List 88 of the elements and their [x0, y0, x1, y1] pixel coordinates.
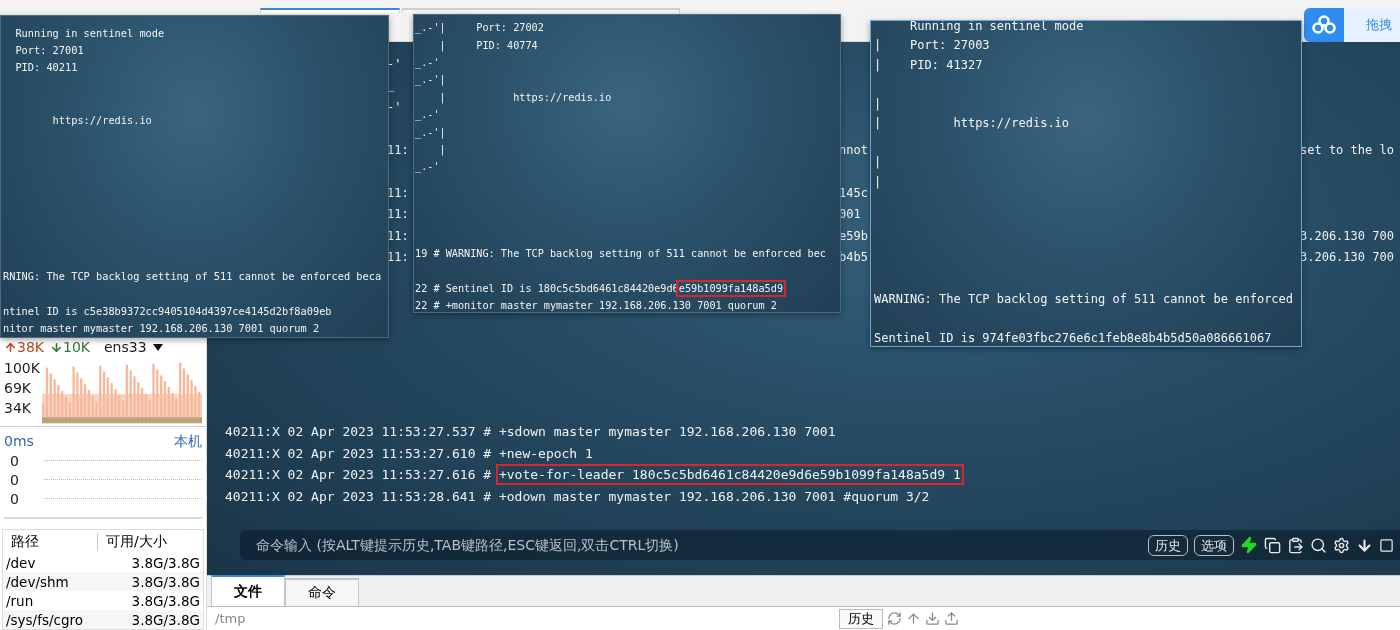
terminal-line: | https://redis.io: [874, 116, 1070, 131]
terminal-text: 145c: [839, 185, 869, 200]
table-cell-text: /dev/shm: [5, 573, 70, 590]
ping-value: 0: [9, 471, 20, 488]
cloud-label: 拖拽: [1365, 16, 1393, 34]
terminal-line: Sentinel ID is 974fe03fbc276e6c1feb8e8b4b5d50a086661067: [874, 330, 1272, 345]
terminal-text: 11:: [387, 207, 410, 222]
terminal-line: _.-'|: [415, 74, 446, 86]
search-icon[interactable]: [1310, 536, 1327, 554]
terminal-line: |: [874, 174, 882, 189]
terminal-line: nitor master mymaster 192.168.206.130 7001 quorum 2: [3, 322, 320, 335]
highlighted-text: e59b1099fa148a5d9: [678, 283, 784, 295]
column-header[interactable]: 路径: [3, 532, 98, 551]
terminal-line: | PID: 41327: [874, 57, 983, 72]
terminal-line: _.-'|: [415, 126, 446, 138]
terminal-line: | PID: 40774: [438, 39, 538, 51]
terminal-line: Running in sentinel mode: [14, 26, 165, 39]
table-cell-text: 3.8G/3.8G: [130, 592, 201, 609]
up-arrow-icon: [4, 340, 17, 354]
interface-name[interactable]: ens33: [104, 339, 147, 355]
tab[interactable]: [260, 8, 400, 13]
terminal-text: 11:: [387, 185, 410, 200]
log-line: 40211:X 02 Apr 2023 11:53:27.616 #: [225, 467, 493, 483]
upload-rate: 38K: [17, 339, 44, 355]
axis-label: 34K: [4, 399, 32, 418]
ping-target[interactable]: 本机: [174, 433, 202, 451]
settings-icon[interactable]: [1333, 536, 1350, 554]
terminal-line: RNING: The TCP backlog setting of 511 cannot be enforced beca: [3, 270, 382, 283]
tab[interactable]: 命令: [285, 578, 359, 606]
terminal-line: 19 # WARNING: The TCP backlog setting of 511 cannot be enforced bec: [415, 248, 826, 260]
terminal-text: 11:: [387, 228, 410, 243]
terminal-text: -': [387, 56, 403, 71]
terminal-text: set to the lo: [1300, 142, 1395, 157]
refresh-icon[interactable]: [887, 611, 902, 626]
terminal-text: 3.206.130 700: [1300, 228, 1395, 243]
ping-value: 0: [9, 490, 20, 507]
terminal-line: Port: 27001: [14, 44, 84, 57]
upload-icon[interactable]: [944, 611, 959, 626]
toolbar-button[interactable]: 历史: [1148, 534, 1188, 556]
terminal-line: _.-': [415, 109, 440, 121]
download-rate: 10K: [63, 339, 90, 355]
terminal-line: _.-'| Port: 27002: [415, 22, 544, 34]
column-header[interactable]: 可用/大小: [98, 532, 203, 551]
toolbar-button[interactable]: 选项: [1194, 534, 1234, 556]
down-arrow-icon[interactable]: [1356, 536, 1373, 554]
terminal-line: PID: 40211: [14, 61, 78, 74]
tab[interactable]: 文件: [211, 575, 285, 606]
log-line: 40211:X 02 Apr 2023 11:53:28.641 # +odown master mymaster 192.168.206.130 7001 #quorum 3/2: [225, 488, 930, 504]
terminal-line: _.-': [415, 161, 440, 173]
log-line: 40211:X 02 Apr 2023 11:53:27.610 # +new-epoch 1: [225, 445, 593, 461]
terminal-line: WARNING: The TCP backlog setting of 511 cannot be enforced: [874, 291, 1294, 306]
highlighted-text: +vote-for-leader 180c5c5bd6461c84420e9d6e59b1099fa148a5d9 1: [498, 467, 961, 483]
axis-label: 69K: [4, 379, 32, 398]
table-cell-text: /run: [5, 592, 35, 609]
axis-label: 100K: [4, 359, 41, 378]
terminal-line: _.-': [415, 56, 440, 68]
ping-latency: 0ms: [4, 433, 34, 451]
terminal-line: Running in sentinel mode: [909, 21, 1084, 33]
download-icon[interactable]: [925, 611, 940, 626]
table-cell-text: 3.8G/3.8G: [130, 611, 201, 628]
ping-value: 0: [9, 452, 20, 469]
down-arrow-icon: [50, 340, 63, 354]
terminal-line: 22 # +monitor master mymaster 192.168.206.130 7001 quorum 2: [415, 300, 777, 312]
paste-icon[interactable]: [1287, 536, 1304, 554]
table-cell-text: 3.8G/3.8G: [130, 573, 201, 590]
log-line: 40211:X 02 Apr 2023 11:53:27.537 # +sdown master mymaster 192.168.206.130 7001: [225, 424, 836, 440]
terminal-line: |: [874, 155, 882, 170]
terminal-line: | Port: 27003: [874, 38, 990, 53]
history-button[interactable]: 历史: [839, 608, 883, 629]
table-cell-text: /sys/fs/cgro: [5, 611, 84, 628]
caret-icon[interactable]: [152, 343, 163, 351]
table-cell-text: /dev: [5, 554, 37, 571]
terminal-line: |: [438, 143, 446, 155]
command-input[interactable]: 命令输入 (按ALT键提示历史,TAB键路径,ESC键返回,双击CTRL切换): [240, 530, 1142, 560]
square-icon[interactable]: [1379, 537, 1394, 553]
terminal-line: https://redis.io: [51, 113, 152, 126]
path-field[interactable]: /tmp: [215, 611, 835, 626]
cloud-logo-icon: [1312, 15, 1336, 35]
lightning-icon[interactable]: [1240, 536, 1258, 554]
table-cell-text: 3.8G/3.8G: [130, 554, 201, 571]
terminal-text: -': [387, 99, 403, 114]
terminal-text: 3.206.130 700: [1300, 250, 1395, 265]
terminal-line: ntinel ID is c5e38b9372cc9405104d4397ce4145d2bf8a09eb: [3, 304, 332, 317]
terminal-text: 11:: [387, 142, 410, 157]
copy-icon[interactable]: [1264, 536, 1281, 554]
terminal-line: | https://redis.io: [438, 91, 612, 103]
terminal-line: |: [874, 96, 882, 111]
terminal-text: 11:: [387, 250, 410, 265]
